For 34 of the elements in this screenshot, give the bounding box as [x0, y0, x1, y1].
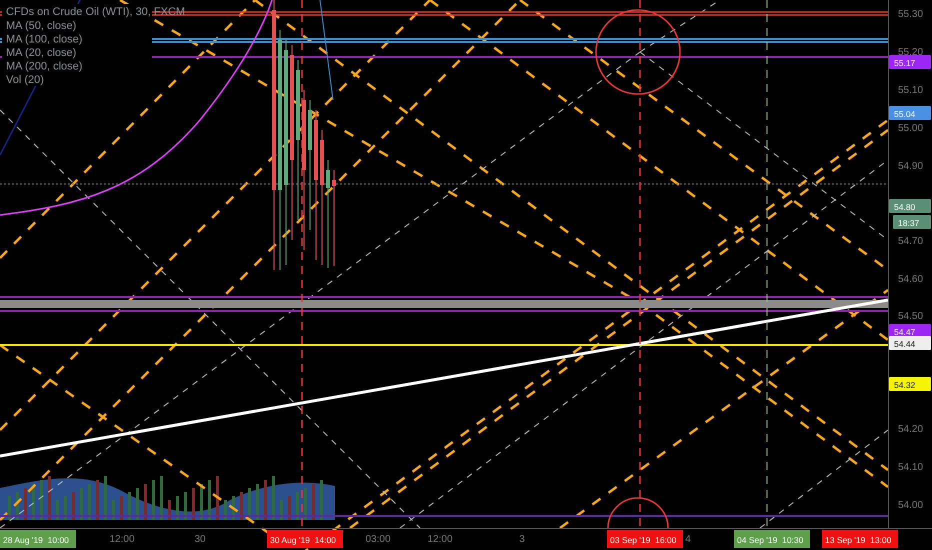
price-tick: 54.00 [898, 500, 924, 511]
price-tick: 55.10 [898, 85, 924, 96]
price-tick: 54.50 [898, 311, 924, 322]
price-tick: 54.70 [898, 236, 924, 247]
time-tick: 30 [194, 534, 206, 545]
price-tick: 55.00 [898, 123, 924, 134]
chart-title: CFDs on Crude Oil (WTI), 30, FXCM [6, 6, 186, 18]
time-label: 04 Sep '19 10:30 [734, 530, 810, 548]
time-tick: 12:00 [427, 534, 453, 545]
indicator-label: Vol (20) [6, 74, 44, 86]
price-label: 54.44 [889, 336, 931, 350]
time-label: 28 Aug '19 10:00 [0, 530, 76, 548]
price-label: 55.17 [889, 55, 931, 69]
time-label: 13 Sep '19 13:00 [822, 530, 898, 548]
time-tick: 4 [685, 534, 691, 545]
price-label: 54.80 [889, 199, 931, 213]
price-label: 54.32 [889, 377, 931, 391]
price-tick: 55.20 [898, 47, 924, 58]
price-tick: 54.60 [898, 274, 924, 285]
price-label: 18:37 [893, 215, 931, 229]
price-tick: 54.10 [898, 462, 924, 473]
price-tick: 55.30 [898, 9, 924, 20]
price-label: 55.04 [889, 106, 931, 120]
indicator-label: MA (20, close) [6, 47, 76, 59]
time-tick: 03:00 [365, 534, 391, 545]
indicator-label: MA (200, close) [6, 60, 82, 72]
indicator-label: MA (50, close) [6, 20, 76, 32]
time-label: 30 Aug '19 14:00 [267, 530, 343, 548]
price-tick: 54.90 [898, 161, 924, 172]
time-tick: 3 [519, 534, 525, 545]
indicator-label: MA (100, close) [6, 34, 82, 46]
price-tick: 54.20 [898, 424, 924, 435]
time-tick: 12:00 [109, 534, 135, 545]
time-label: 03 Sep '19 16:00 [607, 530, 683, 548]
